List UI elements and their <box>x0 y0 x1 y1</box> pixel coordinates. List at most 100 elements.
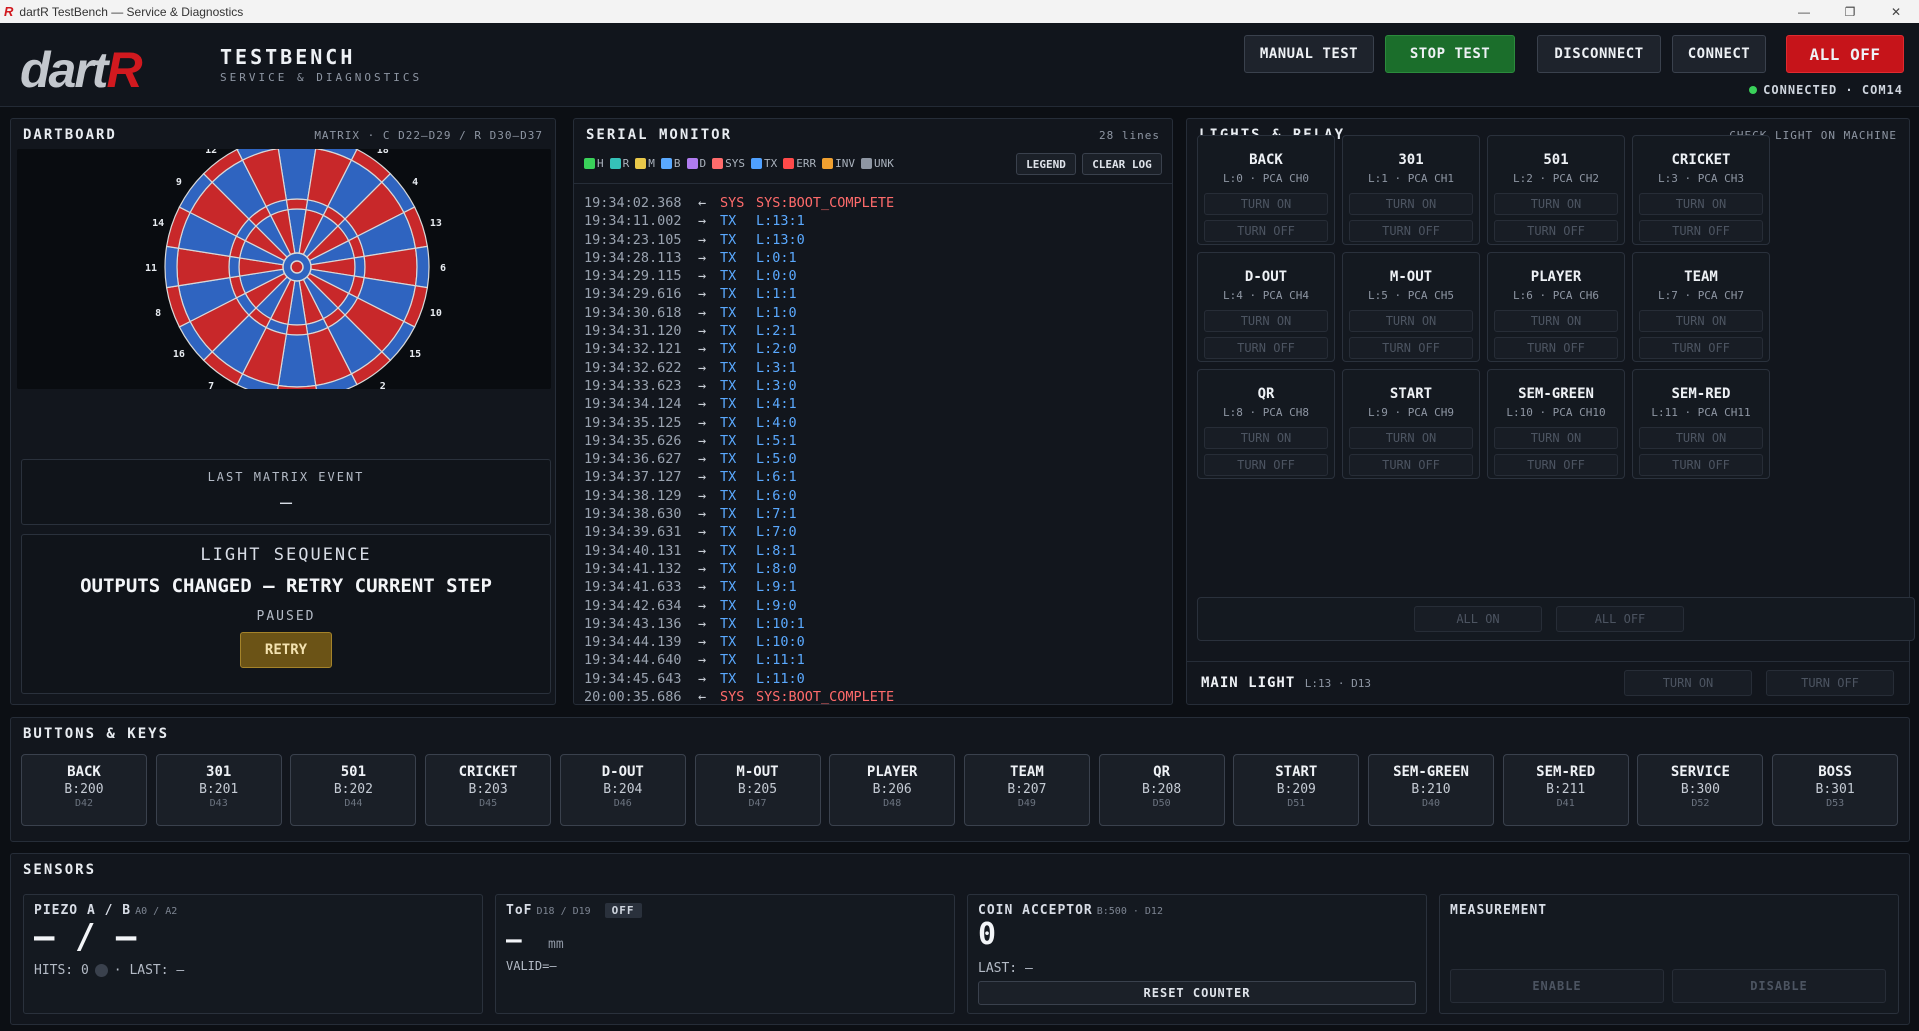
coin-last: LAST: — <box>978 961 1033 976</box>
legend-button[interactable]: LEGEND <box>1016 153 1076 175</box>
board-inner-bull[interactable] <box>290 260 304 274</box>
log-direction-icon: → <box>698 323 707 340</box>
serial-log[interactable]: 19:34:02.368 ← SYS SYS:BOOT_COMPLETE 19:34:1… <box>584 194 1144 706</box>
dartboard-svg[interactable]: 2011841361015217319716811149125 <box>17 117 551 420</box>
status-dot-icon <box>1749 86 1758 94</box>
key-card[interactable]: BOSS B:301 D53 <box>1772 754 1899 826</box>
light-turn-on-button[interactable]: TURN ON <box>1204 310 1328 332</box>
key-code: B:300 <box>1680 782 1720 797</box>
light-turn-off-button[interactable]: TURN OFF <box>1204 220 1328 242</box>
light-card: BACK L:0 · PCA CH0 TURN ON TURN OFF <box>1197 135 1335 245</box>
piezo-value: — / — <box>34 917 137 957</box>
board-segment-double[interactable] <box>164 245 180 289</box>
light-turn-on-button[interactable]: TURN ON <box>1639 427 1763 449</box>
log-direction-icon: → <box>698 615 707 632</box>
light-turn-on-button[interactable]: TURN ON <box>1349 193 1473 215</box>
light-turn-off-button[interactable]: TURN OFF <box>1494 337 1618 359</box>
light-turn-off-button[interactable]: TURN OFF <box>1349 220 1473 242</box>
light-turn-on-button[interactable]: TURN ON <box>1349 427 1473 449</box>
light-turn-on-button[interactable]: TURN ON <box>1639 193 1763 215</box>
log-row: 19:34:38.630 → TX L:7:1 <box>584 505 1144 523</box>
retry-button[interactable]: RETRY <box>240 632 332 668</box>
connection-status-text: CONNECTED · COM14 <box>1763 83 1903 97</box>
light-turn-off-button[interactable]: TURN OFF <box>1204 337 1328 359</box>
main-light-off-button[interactable]: TURN OFF <box>1766 670 1894 696</box>
log-type: TX <box>720 268 737 285</box>
light-card: M-OUT L:5 · PCA CH5 TURN ON TURN OFF <box>1342 252 1480 362</box>
key-card[interactable]: QR B:208 D50 <box>1098 754 1225 826</box>
light-turn-on-button[interactable]: TURN ON <box>1204 427 1328 449</box>
connect-button[interactable]: CONNECT <box>1672 35 1766 73</box>
key-card[interactable]: 301 B:201 D43 <box>155 754 282 826</box>
light-turn-off-button[interactable]: TURN OFF <box>1349 454 1473 476</box>
key-card[interactable]: PLAYER B:206 D48 <box>829 754 956 826</box>
light-turn-on-button[interactable]: TURN ON <box>1639 310 1763 332</box>
board-segment-triple[interactable] <box>285 198 309 211</box>
log-timestamp: 19:34:42.634 <box>584 597 682 614</box>
log-direction-icon: → <box>698 432 707 449</box>
log-direction-icon: → <box>698 268 707 285</box>
light-turn-off-button[interactable]: TURN OFF <box>1349 337 1473 359</box>
disconnect-button[interactable]: DISCONNECT <box>1537 35 1661 73</box>
key-card[interactable]: BACK B:200 D42 <box>21 754 147 826</box>
key-card[interactable]: M-OUT B:205 D47 <box>694 754 821 826</box>
stop-test-button[interactable]: STOP TEST <box>1385 35 1515 73</box>
light-channel: L:0 · PCA CH0 <box>1222 172 1310 185</box>
light-turn-on-button[interactable]: TURN ON <box>1494 427 1618 449</box>
maximize-icon[interactable]: ❐ <box>1827 0 1873 23</box>
key-code: B:208 <box>1142 782 1182 797</box>
key-card[interactable]: SERVICE B:300 D52 <box>1637 754 1764 826</box>
legend-swatch-icon <box>712 158 724 169</box>
key-card[interactable]: START B:209 D51 <box>1233 754 1360 826</box>
light-turn-on-button[interactable]: TURN ON <box>1494 310 1618 332</box>
key-card[interactable]: SEM-RED B:211 D41 <box>1502 754 1629 826</box>
key-name: BOSS <box>1818 764 1852 780</box>
light-turn-on-button[interactable]: TURN ON <box>1494 193 1618 215</box>
key-card[interactable]: 501 B:202 D44 <box>290 754 417 826</box>
log-row: 19:34:29.115 → TX L:0:0 <box>584 267 1144 285</box>
reset-counter-button[interactable]: RESET COUNTER <box>978 981 1416 1005</box>
main-light-sub: L:13 · D13 <box>1304 677 1371 690</box>
log-timestamp: 19:34:41.633 <box>584 579 682 596</box>
coin-pins: B:500 · D12 <box>1096 906 1163 917</box>
board-segment-triple[interactable] <box>228 255 241 279</box>
coin-acceptor-card: COIN ACCEPTOR B:500 · D12 0 LAST: — RESET… <box>967 894 1427 1014</box>
key-pin: D50 <box>1152 798 1171 809</box>
light-name: M-OUT <box>1389 269 1433 285</box>
legend-label: H <box>597 157 604 170</box>
close-icon[interactable]: ✕ <box>1873 0 1919 23</box>
hit-indicator-icon <box>94 964 108 977</box>
log-timestamp: 19:34:02.368 <box>584 195 682 211</box>
disable-measurement-button[interactable]: DISABLE <box>1672 969 1886 1003</box>
manual-test-button[interactable]: MANUAL TEST <box>1244 35 1374 73</box>
log-timestamp: 19:34:38.129 <box>584 487 682 504</box>
light-turn-on-button[interactable]: TURN ON <box>1349 310 1473 332</box>
key-card[interactable]: CRICKET B:203 D45 <box>425 754 552 826</box>
light-turn-off-button[interactable]: TURN OFF <box>1639 337 1763 359</box>
light-turn-off-button[interactable]: TURN OFF <box>1204 454 1328 476</box>
board-segment-double[interactable] <box>414 245 430 289</box>
tof-status-badge[interactable]: OFF <box>604 903 642 918</box>
all-on-button[interactable]: ALL ON <box>1414 606 1542 632</box>
light-turn-off-button[interactable]: TURN OFF <box>1639 454 1763 476</box>
clear-log-button[interactable]: CLEAR LOG <box>1082 153 1162 175</box>
light-turn-off-button[interactable]: TURN OFF <box>1639 220 1763 242</box>
light-turn-on-button[interactable]: TURN ON <box>1204 193 1328 215</box>
minimize-icon[interactable]: — <box>1781 0 1827 23</box>
log-row: 19:34:44.640 → TX L:11:1 <box>584 651 1144 669</box>
all-off-button[interactable]: ALL OFF <box>1786 35 1904 73</box>
all-lights-off-button[interactable]: ALL OFF <box>1556 606 1684 632</box>
board-segment-triple[interactable] <box>285 323 309 336</box>
light-turn-off-button[interactable]: TURN OFF <box>1494 220 1618 242</box>
board-segment-triple[interactable] <box>353 255 366 279</box>
main-light-on-button[interactable]: TURN ON <box>1624 670 1752 696</box>
light-turn-off-button[interactable]: TURN OFF <box>1494 454 1618 476</box>
key-card[interactable]: SEM-GREEN B:210 D40 <box>1368 754 1494 826</box>
light-channel: L:4 · PCA CH4 <box>1222 289 1310 302</box>
key-card[interactable]: TEAM B:207 D49 <box>963 754 1090 826</box>
enable-measurement-button[interactable]: ENABLE <box>1450 969 1664 1003</box>
last-matrix-event-label: LAST MATRIX EVENT <box>207 470 365 484</box>
key-card[interactable]: D-OUT B:204 D46 <box>559 754 686 826</box>
board-number: 8 <box>155 308 161 319</box>
key-pin: D43 <box>209 798 228 809</box>
